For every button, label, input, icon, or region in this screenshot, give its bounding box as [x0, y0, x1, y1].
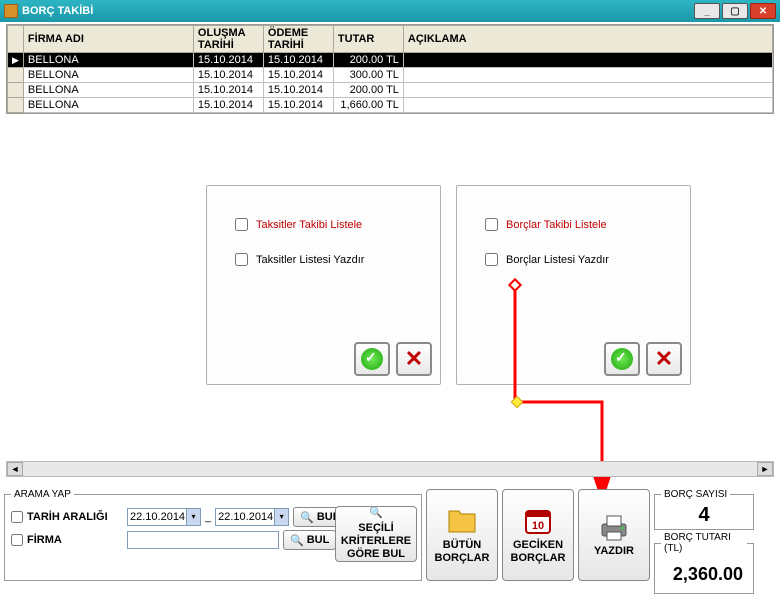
- secili-kriterlere-button[interactable]: 🔍 SEÇİLİ KRİTERLERE GÖRE BUL: [335, 506, 417, 562]
- search-icon: 🔍: [300, 511, 314, 524]
- date-from-input[interactable]: 22.10.2014▾: [127, 508, 201, 526]
- table-row[interactable]: BELLONA15.10.201415.10.2014300.00 TL: [8, 68, 773, 83]
- borclar-yazdir-label: Borçlar Listesi Yazdır: [506, 254, 609, 266]
- tarih-araligi-checkbox[interactable]: [11, 511, 23, 523]
- search-icon: 🔍: [369, 507, 383, 520]
- col-tutar[interactable]: TUTAR: [333, 26, 403, 53]
- borclar-yazdir-checkbox[interactable]: [485, 253, 498, 266]
- borclar-yazdir-row[interactable]: Borçlar Listesi Yazdır: [485, 253, 680, 266]
- borc-tutari-legend: BORÇ TUTARI (TL): [661, 532, 747, 554]
- date-to-input[interactable]: 22.10.2014▾: [215, 508, 289, 526]
- taksitler-takibi-row[interactable]: Taksitler Takibi Listele: [235, 218, 430, 231]
- taksitler-cancel-button[interactable]: ✕: [396, 342, 432, 376]
- close-button[interactable]: ✕: [750, 3, 776, 19]
- arama-legend: ARAMA YAP: [11, 489, 74, 500]
- borclar-cancel-button[interactable]: ✕: [646, 342, 682, 376]
- calendar-warn-icon: 10: [522, 505, 554, 537]
- taksitler-yazdir-label: Taksitler Listesi Yazdır: [256, 254, 364, 266]
- taksitler-takibi-checkbox[interactable]: [235, 218, 248, 231]
- col-firma[interactable]: FİRMA ADI: [23, 26, 193, 53]
- butun-borclar-button[interactable]: BÜTÜN BORÇLAR: [426, 489, 498, 581]
- row-header-col: [8, 26, 24, 53]
- minimize-button[interactable]: _: [694, 3, 720, 19]
- taksitler-panel: Taksitler Takibi Listele Taksitler Liste…: [206, 185, 441, 385]
- svg-text:10: 10: [532, 520, 544, 532]
- firma-checkbox[interactable]: [11, 534, 23, 546]
- firma-input[interactable]: [127, 531, 279, 549]
- search-icon: 🔍: [290, 534, 304, 547]
- arama-yap-fieldset: ARAMA YAP TARİH ARALIĞI 22.10.2014▾ _ 22…: [4, 489, 422, 581]
- printer-icon: [598, 511, 630, 543]
- firma-label: FİRMA: [27, 534, 123, 546]
- taksitler-takibi-label: Taksitler Takibi Listele: [256, 219, 362, 231]
- date-separator: _: [205, 511, 211, 523]
- scroll-right-button[interactable]: ►: [757, 462, 773, 476]
- taksitler-yazdir-row[interactable]: Taksitler Listesi Yazdır: [235, 253, 430, 266]
- yazdir-button[interactable]: YAZDIR: [578, 489, 650, 581]
- borclar-panel: Borçlar Takibi Listele Borçlar Listesi Y…: [456, 185, 691, 385]
- col-odeme[interactable]: ÖDEME TARİHİ: [263, 26, 333, 53]
- borc-sayisi-value: 4: [661, 504, 747, 527]
- chevron-down-icon[interactable]: ▾: [274, 509, 288, 525]
- borclar-takibi-row[interactable]: Borçlar Takibi Listele: [485, 218, 680, 231]
- taksitler-yazdir-checkbox[interactable]: [235, 253, 248, 266]
- window-titlebar: BORÇ TAKİBİ _ ▢ ✕: [0, 0, 780, 22]
- borclar-takibi-checkbox[interactable]: [485, 218, 498, 231]
- horizontal-scrollbar[interactable]: ◄ ►: [6, 461, 774, 477]
- taksitler-ok-button[interactable]: [354, 342, 390, 376]
- borc-sayisi-legend: BORÇ SAYISI: [661, 489, 730, 500]
- window-title: BORÇ TAKİBİ: [22, 5, 692, 17]
- bul-firma-button[interactable]: 🔍BUL: [283, 530, 336, 550]
- table-row[interactable]: ▶BELLONA15.10.201415.10.2014200.00 TL: [8, 53, 773, 68]
- scroll-left-button[interactable]: ◄: [7, 462, 23, 476]
- app-icon: [4, 4, 18, 18]
- borc-sayisi-fieldset: BORÇ SAYISI 4: [654, 489, 754, 530]
- col-olusma[interactable]: OLUŞMA TARİHİ: [193, 26, 263, 53]
- folder-icon: [446, 505, 478, 537]
- maximize-button[interactable]: ▢: [722, 3, 748, 19]
- borclar-takibi-label: Borçlar Takibi Listele: [506, 219, 607, 231]
- geciken-borclar-button[interactable]: 10 GECİKEN BORÇLAR: [502, 489, 574, 581]
- tarih-araligi-label: TARİH ARALIĞI: [27, 511, 123, 523]
- borclar-ok-button[interactable]: [604, 342, 640, 376]
- col-aciklama[interactable]: AÇIKLAMA: [403, 26, 772, 53]
- borc-tutari-value: 2,360.00: [661, 558, 747, 591]
- chevron-down-icon[interactable]: ▾: [186, 509, 200, 525]
